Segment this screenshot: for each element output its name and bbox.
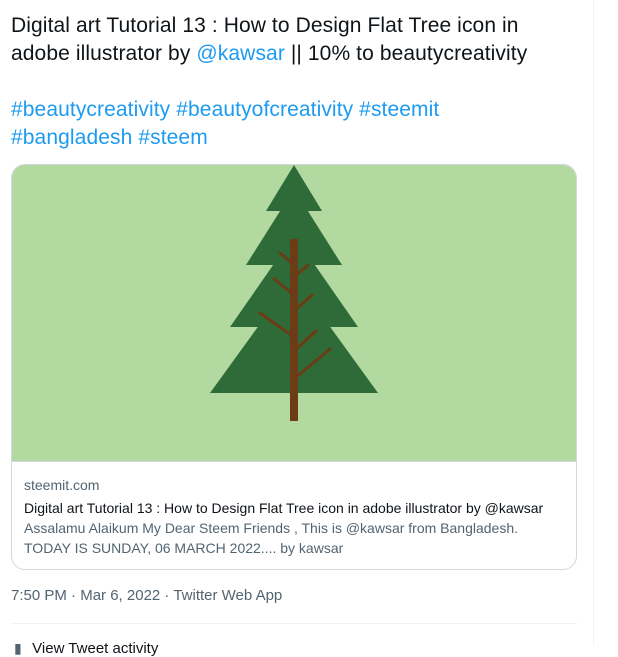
- mention-link[interactable]: @kawsar: [196, 42, 285, 65]
- link-preview-card[interactable]: steemit.com Digital art Tutorial 13 : Ho…: [11, 164, 577, 570]
- view-activity-link[interactable]: ▮ View Tweet activity: [14, 640, 158, 657]
- divider: [11, 623, 577, 624]
- hashtag-list: #beautycreativity #beautyofcreativity #s…: [11, 96, 577, 152]
- hashtag-link[interactable]: #beautycreativity: [11, 98, 170, 121]
- tweet-text: Digital art Tutorial 13 : How to Design …: [11, 12, 577, 68]
- meta-separator: ·: [160, 587, 174, 604]
- bar-chart-icon: ▮: [14, 640, 22, 656]
- tweet-source-link[interactable]: Twitter Web App: [173, 587, 282, 604]
- tweet-text-tail: || 10% to beautycreativity: [284, 42, 528, 65]
- activity-label: View Tweet activity: [32, 640, 159, 657]
- tweet: Digital art Tutorial 13 : How to Design …: [11, 12, 577, 657]
- tweet-time-link[interactable]: 7:50 PM: [11, 587, 67, 604]
- card-domain: steemit.com: [24, 477, 100, 493]
- pine-tree-icon: [210, 165, 378, 421]
- tweet-meta: 7:50 PM · Mar 6, 2022 · Twitter Web App: [11, 586, 282, 606]
- meta-separator: ·: [66, 587, 81, 604]
- hashtag-link[interactable]: #steemit: [359, 98, 439, 121]
- card-image[interactable]: [12, 165, 576, 461]
- hashtag-link[interactable]: #bangladesh: [11, 126, 132, 149]
- card-text[interactable]: steemit.com Digital art Tutorial 13 : Ho…: [12, 461, 576, 558]
- tweet-date-link[interactable]: Mar 6, 2022: [80, 587, 160, 604]
- column-border: [593, 0, 594, 646]
- hashtag-link[interactable]: #steem: [138, 126, 207, 149]
- card-description: Assalamu Alaikum My Dear Steem Friends ,…: [24, 520, 519, 556]
- card-title: Digital art Tutorial 13 : How to Design …: [24, 500, 544, 516]
- hashtag-link[interactable]: #beautyofcreativity: [176, 98, 353, 121]
